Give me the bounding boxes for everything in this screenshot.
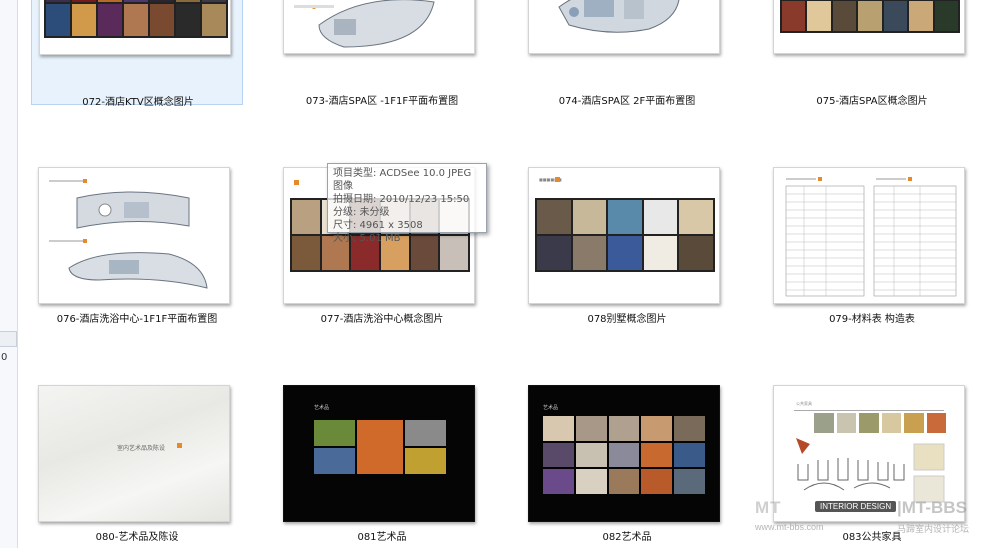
file-info-tooltip: 项目类型: ACDSee 10.0 JPEG 图像 拍摄日期: 2010/12/…	[327, 163, 487, 244]
site-watermark: MT INTERIOR DESIGN |MT-BBS www.mt-bbs.co…	[755, 498, 990, 538]
file-item-083[interactable]: 公共家具 083公共家具	[766, 378, 978, 543]
file-name: 075-酒店SPA区概念图片	[816, 96, 928, 107]
thumb-title: 公共家具	[796, 401, 812, 406]
watermark-right: |MT-BBS	[897, 498, 967, 517]
file-name: 074-酒店SPA区 2F平面布置图	[558, 96, 696, 107]
file-name: 073-酒店SPA区 -1F1F平面布置图	[305, 96, 459, 107]
folder-tree-pane[interactable]: 0	[0, 0, 18, 548]
floor-plan-drawing	[49, 179, 208, 289]
thumbnail-082: 艺术品	[528, 385, 720, 522]
thumbnail-080: 室内艺术品及陈设	[38, 385, 230, 522]
file-item-074[interactable]: 074-酒店SPA区 2F平面布置图	[521, 0, 733, 107]
file-name: 077-酒店洗浴中心概念图片	[320, 314, 444, 325]
thumbnail-076	[38, 167, 230, 304]
thumb-title: 艺术品	[543, 405, 559, 411]
file-name: 082艺术品	[602, 532, 652, 543]
tooltip-date: 拍摄日期: 2010/12/23 15:50	[333, 194, 470, 205]
file-name: 080-艺术品及陈设	[95, 532, 179, 543]
thumbnail-075	[773, 0, 965, 54]
file-name: 078别墅概念图片	[587, 314, 667, 325]
file-item-073[interactable]: 073-酒店SPA区 -1F1F平面布置图	[276, 0, 488, 107]
thumbnail-081: 艺术品	[283, 385, 475, 522]
file-item-075[interactable]: 075-酒店SPA区概念图片	[766, 0, 978, 107]
file-name: 079-材料表 构造表	[829, 314, 915, 325]
file-item-081[interactable]: 艺术品 081艺术品	[276, 378, 488, 543]
watermark-cn: 马蹄室内设计论坛	[897, 525, 970, 535]
file-name: 072-酒店KTV区概念图片	[82, 97, 194, 108]
floor-plan-drawing	[294, 0, 435, 48]
file-item-080[interactable]: 室内艺术品及陈设 080-艺术品及陈设	[31, 378, 243, 543]
spreadsheet-drawing	[785, 177, 957, 297]
watermark-brand: MT	[755, 498, 782, 517]
tooltip-filesize: 大小: 5.01 MB	[333, 233, 401, 244]
file-name: 076-酒店洗浴中心-1F1F平面布置图	[56, 314, 218, 325]
thumbnail-078: ■■■■■■	[528, 167, 720, 304]
file-item-076[interactable]: 076-酒店洗浴中心-1F1F平面布置图	[31, 160, 243, 325]
watermark-url: www.mt-bbs.com	[755, 522, 824, 532]
file-name: 081艺术品	[357, 532, 407, 543]
thumbnail-073	[283, 0, 475, 54]
pane-collapse-tab[interactable]	[0, 331, 17, 347]
thumbnail-072	[39, 0, 231, 55]
file-item-072[interactable]: 072-酒店KTV区概念图片	[31, 0, 243, 108]
file-item-082[interactable]: 艺术品 082艺术品	[521, 378, 733, 543]
tooltip-type: 项目类型: ACDSee 10.0 JPEG 图像	[333, 168, 472, 192]
thumbnail-074	[528, 0, 720, 54]
file-item-078[interactable]: ■■■■■■ 078别墅概念图片	[521, 160, 733, 325]
thumb-title: 艺术品	[314, 405, 330, 411]
tooltip-dimensions: 尺寸: 4961 x 3508	[333, 220, 423, 231]
watermark-pill: INTERIOR DESIGN	[815, 501, 897, 512]
thumbnail-079	[773, 167, 965, 304]
thumbnail-grid: 072-酒店KTV区概念图片 073-酒店SPA区 -1F1F平面布置图 074…	[18, 0, 1000, 548]
file-item-079[interactable]: 079-材料表 构造表	[766, 160, 978, 325]
thumb-title: 室内艺术品及陈设	[117, 445, 166, 452]
tooltip-rating: 分级: 未分级	[333, 207, 390, 218]
floor-plan-drawing	[558, 0, 680, 33]
pane-digit: 0	[1, 352, 8, 363]
